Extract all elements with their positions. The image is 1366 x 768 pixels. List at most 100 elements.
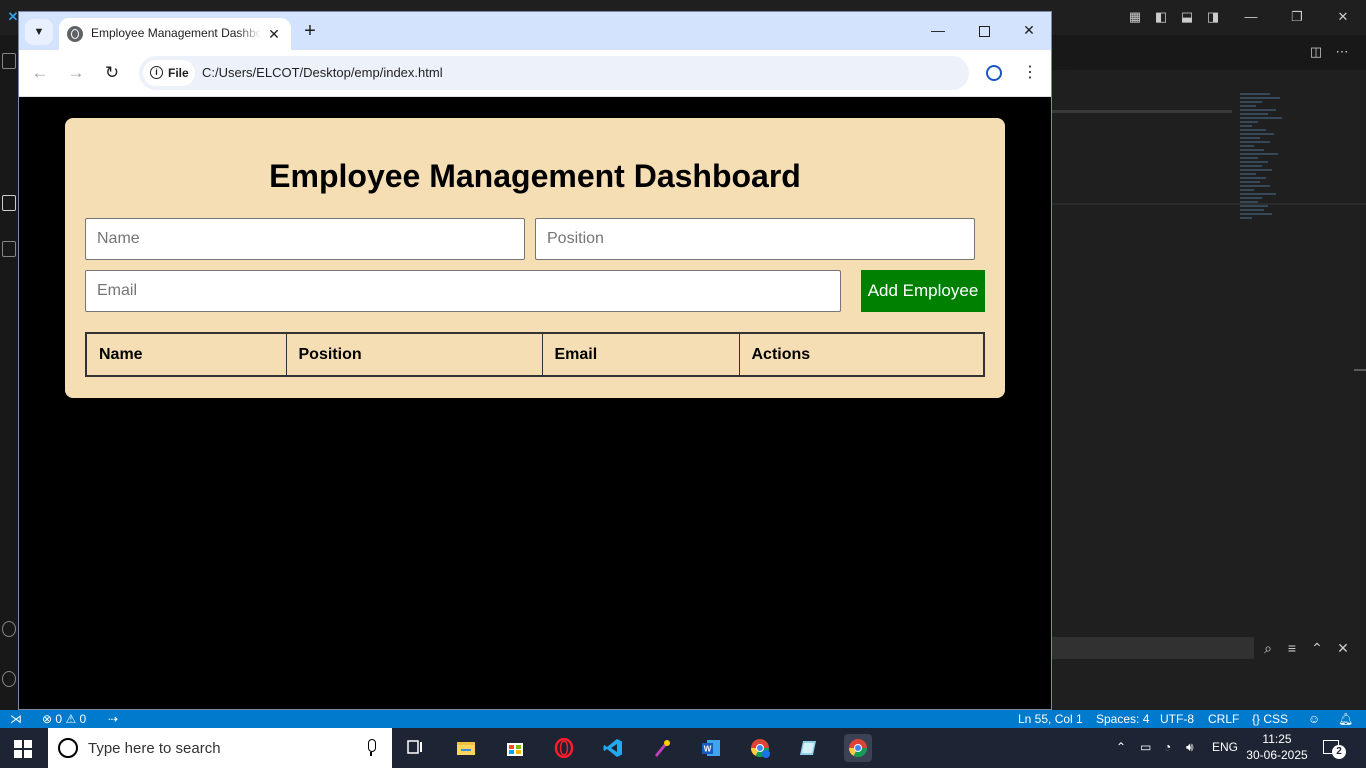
language-mode[interactable]: {} CSS: [1252, 712, 1288, 726]
cortana-circle-icon: [58, 738, 78, 758]
add-employee-button[interactable]: Add Employee: [861, 270, 985, 312]
close-window-icon[interactable]: ✕: [1018, 19, 1040, 41]
end-of-line[interactable]: CRLF: [1208, 712, 1239, 726]
windows-taskbar: Type here to search W ⌃ ▭ ◔ 🔊︎ ENG 11:25…: [0, 728, 1366, 768]
tab-search-button[interactable]: ▼: [25, 19, 53, 45]
split-editor-icon[interactable]: ◫: [1308, 44, 1324, 60]
indentation[interactable]: Spaces: 4: [1096, 712, 1149, 726]
minimap[interactable]: [1240, 93, 1286, 243]
back-icon[interactable]: ←: [30, 63, 50, 83]
file-explorer-icon[interactable]: [452, 734, 480, 762]
word-icon[interactable]: W: [697, 734, 725, 762]
taskbar-search-placeholder: Type here to search: [88, 740, 221, 757]
position-input[interactable]: [535, 218, 975, 260]
windows-start-icon[interactable]: [14, 740, 32, 758]
toggle-secondary-sidebar-icon[interactable]: ◨: [1204, 8, 1222, 26]
close-tab-icon[interactable]: ✕: [265, 25, 283, 43]
column-header-position: Position: [285, 332, 543, 377]
reload-icon[interactable]: ↻: [102, 63, 122, 83]
microsoft-store-icon[interactable]: [501, 734, 529, 762]
clock-time: 11:25: [1262, 732, 1292, 746]
input-language[interactable]: ENG: [1212, 740, 1238, 754]
editor-divider: [1052, 110, 1232, 113]
show-hidden-icons-chevron-icon[interactable]: ⌃: [1116, 740, 1126, 754]
profile-icon[interactable]: [984, 63, 1004, 83]
page-title: Employee Management Dashboard: [269, 158, 801, 194]
chrome-taskbar-icon[interactable]: [844, 734, 872, 762]
info-icon: i: [150, 66, 163, 79]
dashboard-card: Employee Management Dashboard Add Employ…: [65, 118, 1005, 398]
column-header-actions: Actions: [738, 332, 985, 377]
taskbar-search-box[interactable]: Type here to search: [48, 728, 392, 768]
vscode-activity-bar: [0, 35, 18, 710]
vscode-taskbar-icon[interactable]: [599, 734, 627, 762]
tab-strip: ▼ Employee Management Dashboard ✕ + — ✕: [19, 12, 1051, 50]
ports-icon[interactable]: ⇢: [108, 712, 118, 726]
forward-icon[interactable]: →: [66, 63, 86, 83]
microphone-icon[interactable]: [366, 739, 376, 757]
tab-title: Employee Management Dashboard: [91, 26, 261, 42]
employee-table: Name Position Email Actions: [85, 332, 985, 377]
encoding[interactable]: UTF-8: [1160, 712, 1194, 726]
paint-app-icon[interactable]: [648, 734, 676, 762]
source-control-icon[interactable]: [2, 241, 16, 257]
close-find-icon[interactable]: ✕: [1334, 639, 1352, 657]
editor-divider: [1052, 203, 1366, 205]
vscode-minimize-icon[interactable]: —: [1242, 8, 1260, 26]
toggle-primary-sidebar-icon[interactable]: ◧: [1152, 8, 1170, 26]
customize-layout-icon[interactable]: ▦: [1126, 8, 1144, 26]
site-info-label: File: [168, 66, 189, 80]
scrollbar-thumb[interactable]: [1354, 369, 1366, 371]
more-actions-icon[interactable]: ⋯: [1334, 44, 1350, 60]
column-header-email: Email: [541, 332, 740, 377]
battery-icon[interactable]: ▭: [1140, 740, 1151, 754]
menu-kebab-icon[interactable]: ⋮: [1020, 63, 1040, 83]
chrome-profile-icon[interactable]: [746, 734, 774, 762]
taskbar-clock[interactable]: 11:25 30-06-2025: [1246, 731, 1308, 763]
table-header-row: Name Position Email Actions: [85, 332, 985, 377]
toggle-panel-icon[interactable]: ⬓: [1178, 8, 1196, 26]
error-icon: ⊗: [42, 712, 53, 726]
volume-icon[interactable]: 🔊︎: [1186, 740, 1194, 755]
url-text[interactable]: C:/Users/ELCOT/Desktop/emp/index.html: [202, 65, 443, 80]
maximize-icon[interactable]: [973, 19, 995, 41]
extensions-icon[interactable]: [2, 195, 16, 211]
notifications-bell-icon[interactable]: 🔔︎: [1338, 712, 1353, 726]
vscode-restore-icon[interactable]: ❐: [1288, 8, 1306, 26]
accounts-icon[interactable]: [2, 621, 16, 637]
warning-icon: ⚠: [65, 712, 77, 726]
browser-toolbar: ← → ↻ i File C:/Users/ELCOT/Desktop/emp/…: [19, 50, 1072, 97]
opera-icon[interactable]: [550, 734, 578, 762]
address-bar[interactable]: i File C:/Users/ELCOT/Desktop/emp/index.…: [139, 56, 1072, 90]
cursor-position[interactable]: Ln 55, Col 1: [1018, 712, 1083, 726]
find-input[interactable]: [1052, 637, 1254, 659]
name-input[interactable]: [85, 218, 525, 260]
search-icon[interactable]: ⌕: [1259, 639, 1277, 657]
warning-count: 0: [79, 712, 87, 726]
problems-indicator[interactable]: ⊗ 0 ⚠ 0: [42, 712, 86, 726]
chrome-window: ▼ Employee Management Dashboard ✕ + — ✕ …: [18, 11, 1072, 710]
copilot-icon[interactable]: ☺: [1308, 712, 1320, 726]
tab-active[interactable]: Employee Management Dashboard ✕: [59, 18, 291, 50]
find-in-selection-icon[interactable]: ≡: [1283, 639, 1301, 657]
previous-match-icon[interactable]: ⌃: [1308, 639, 1326, 657]
chevron-down-icon: ▼: [33, 26, 45, 38]
site-info-chip[interactable]: i File: [143, 60, 195, 86]
vscode-close-icon[interactable]: ✕: [1334, 8, 1352, 26]
braces-icon: {}: [1252, 712, 1261, 726]
minimize-icon[interactable]: —: [927, 19, 949, 41]
new-tab-button[interactable]: +: [299, 20, 321, 42]
svg-text:W: W: [704, 745, 712, 754]
remote-icon[interactable]: ⋊: [10, 712, 22, 726]
notepad-icon[interactable]: [795, 734, 823, 762]
email-input[interactable]: [85, 270, 841, 312]
clock-date: 30-06-2025: [1246, 748, 1308, 762]
action-center-icon[interactable]: 2: [1323, 738, 1346, 759]
bookmark-star-icon[interactable]: ☆: [1053, 62, 1075, 84]
wifi-icon[interactable]: ◔: [1164, 740, 1171, 754]
manage-gear-icon[interactable]: [2, 671, 16, 687]
language-label: CSS: [1263, 712, 1289, 726]
task-view-icon[interactable]: [402, 734, 430, 762]
explorer-icon[interactable]: [2, 53, 16, 69]
vscode-editor-area: ◫ ⋯ ⌕ ≡ ⌃ ✕: [1052, 35, 1366, 710]
